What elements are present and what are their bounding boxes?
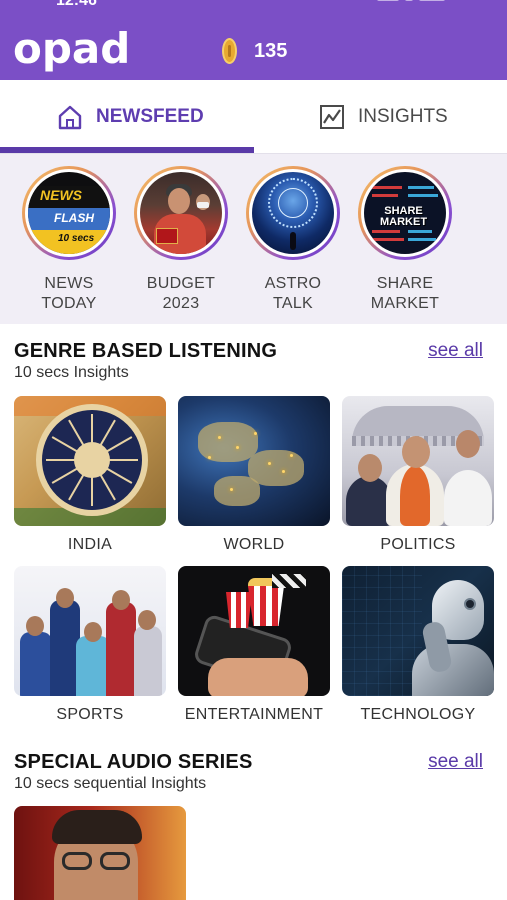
astro-image [252,172,334,254]
news-flash-text: NEWS [40,187,82,203]
story-news-today[interactable]: NEWS FLASH 10 secs NEWS TODAY [21,166,117,314]
audio-section-subtitle: 10 secs sequential Insights [14,775,207,792]
technology-image [342,566,494,696]
genre-label: ENTERTAINMENT [184,706,324,723]
story-label: BUDGET 2023 [146,275,216,312]
budget-image [140,172,222,254]
audio-section-title: SPECIAL AUDIO SERIES [14,751,253,773]
tab-newsfeed[interactable]: NEWSFEED [56,80,204,154]
app-header: 12:46 opad 135 [0,0,507,80]
coin-icon [222,38,237,64]
genre-section-title: GENRE BASED LISTENING [14,340,278,362]
app-logo[interactable]: opad [13,24,130,74]
story-label: ASTRO TALK [264,275,322,312]
genre-card-india[interactable]: INDIA [14,396,166,554]
story-label: SHARE MARKET [370,275,440,312]
status-icons [371,0,471,6]
genre-label: POLITICS [380,536,456,553]
home-icon [58,105,82,130]
genre-card-entertainment[interactable]: ENTERTAINMENT [178,566,330,724]
genre-label: TECHNOLOGY [360,706,476,723]
genre-label: SPORTS [56,706,124,723]
genre-see-all-link[interactable]: see all [428,340,483,362]
audio-see-all-link[interactable]: see all [428,751,483,773]
tab-bar: NEWSFEED INSIGHTS [0,80,507,154]
story-strip: NEWS FLASH 10 secs NEWS TODAY BUDGET 202… [0,154,507,324]
coin-count[interactable]: 135 [254,40,287,63]
story-budget-2023[interactable]: BUDGET 2023 [133,166,229,314]
entertainment-image [178,566,330,696]
story-astro-talk[interactable]: ASTRO TALK [245,166,341,314]
genre-label: WORLD [223,536,285,553]
genre-card-world[interactable]: WORLD [178,396,330,554]
share-market-image: SHARE MARKET [364,172,446,254]
news-flash-image: NEWS FLASH 10 secs [28,172,110,254]
tab-insights[interactable]: INSIGHTS [318,80,448,154]
story-share-market[interactable]: SHARE MARKET SHARE MARKET [357,166,453,314]
genre-card-technology[interactable]: TECHNOLOGY [342,566,494,724]
chart-icon [320,105,344,129]
tab-insights-label: INSIGHTS [358,106,448,127]
india-image [14,396,166,526]
status-time: 12:46 [56,0,97,9]
genre-card-sports[interactable]: SPORTS [14,566,166,724]
share-market-text: SHARE MARKET [380,205,428,228]
genre-section-subtitle: 10 secs Insights [14,364,129,381]
audio-series-card[interactable] [14,806,186,900]
tab-newsfeed-label: NEWSFEED [96,106,204,127]
sports-image [14,566,166,696]
genre-label: INDIA [67,536,113,553]
politics-image [342,396,494,526]
world-image [178,396,330,526]
news-flash-text: FLASH [54,211,94,225]
news-flash-text: 10 secs [58,233,95,244]
genre-card-politics[interactable]: POLITICS [342,396,494,554]
story-label: NEWS TODAY [41,275,97,312]
